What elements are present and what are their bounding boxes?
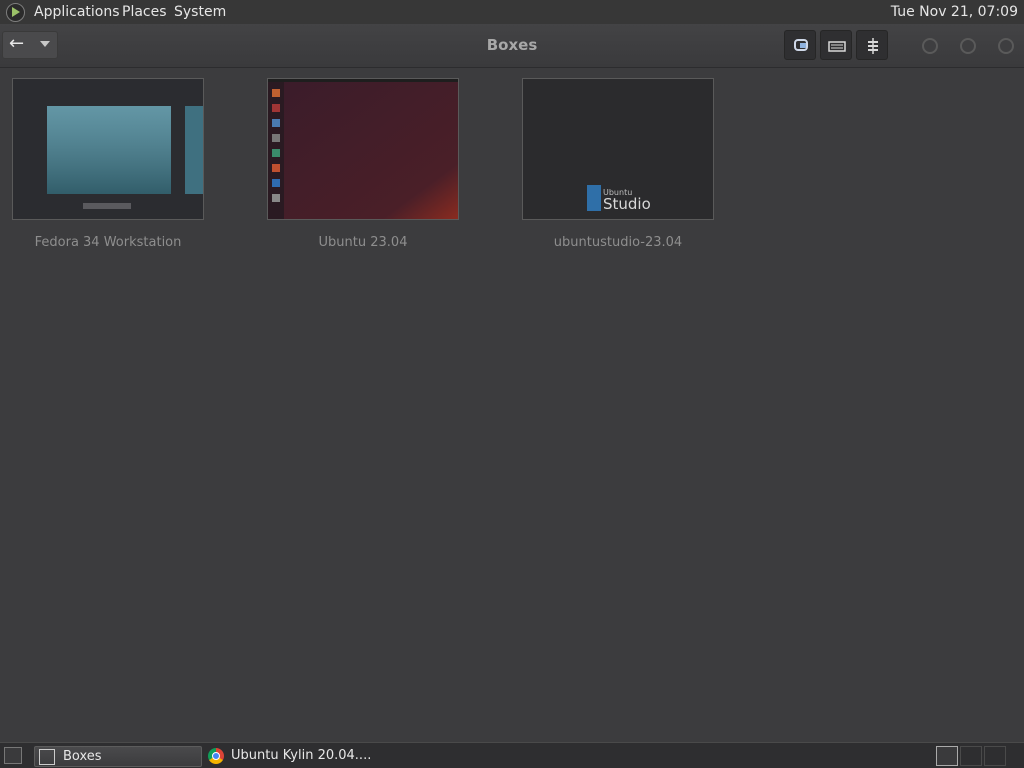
box-thumbnail-ubuntu[interactable] [267,78,459,220]
box-name[interactable]: ubuntustudio-23.04 [522,235,714,250]
task-browser[interactable]: Ubuntu Kylin 20.04.... [204,746,404,767]
header-bar: ← Boxes [0,24,1024,68]
box-name[interactable]: Ubuntu 23.04 [267,235,459,250]
close-button[interactable] [998,38,1014,54]
top-panel: Applications Places System Tue Nov 21, 0… [0,0,1024,24]
properties-icon [868,38,878,54]
distro-logo-icon[interactable] [6,3,25,22]
maximize-button[interactable] [960,38,976,54]
workspace-3[interactable] [984,746,1006,766]
system-menu[interactable]: System [174,4,226,20]
workspace-2[interactable] [960,746,982,766]
applications-menu[interactable]: Applications [34,4,120,20]
display-button[interactable] [784,30,816,60]
fedora-preview-icon [13,79,203,219]
ubuntu-preview-icon [268,79,458,219]
preview-brand-large: Studio [603,195,651,213]
minimize-button[interactable] [922,38,938,54]
task-boxes[interactable]: Boxes [34,746,202,767]
task-label: Boxes [63,749,102,764]
box-thumbnail-fedora[interactable] [12,78,204,220]
keyboard-button[interactable] [820,30,852,60]
workspace-switcher[interactable] [936,746,958,766]
task-label: Ubuntu Kylin 20.04.... [231,748,372,763]
box-name[interactable]: Fedora 34 Workstation [12,235,204,250]
box-thumbnail-ubuntustudio[interactable]: Ubuntu Studio [522,78,714,220]
places-menu[interactable]: Places [122,4,167,20]
chrome-icon [208,748,224,764]
clock[interactable]: Tue Nov 21, 07:09 [891,4,1018,20]
bottom-panel: Boxes Ubuntu Kylin 20.04.... [0,742,1024,768]
ubuntustudio-logo-icon [587,185,601,211]
properties-button[interactable] [856,30,888,60]
keyboard-icon [828,41,846,52]
boxes-icon [39,749,55,765]
display-icon [794,39,808,51]
show-desktop-icon[interactable] [4,747,22,764]
